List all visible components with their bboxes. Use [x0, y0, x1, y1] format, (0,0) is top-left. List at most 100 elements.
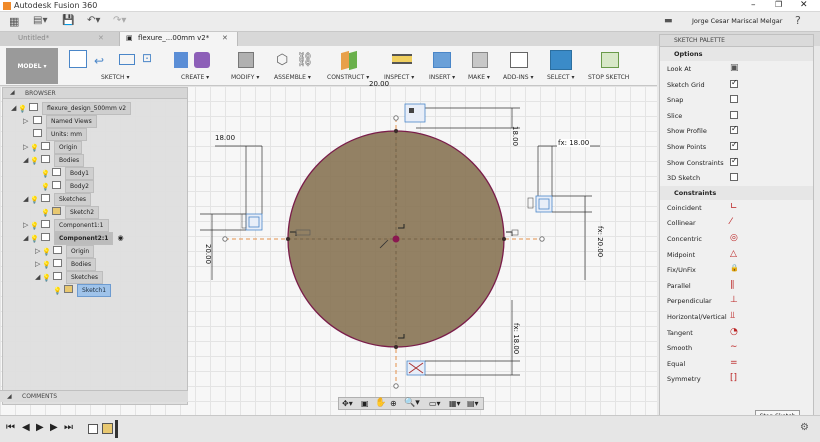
inspect-group[interactable]: INSPECT ▾ — [382, 50, 422, 84]
snap-checkbox[interactable] — [730, 95, 738, 104]
modify-menu-label[interactable]: MODIFY ▾ — [231, 74, 259, 81]
visibility-bulb-icon[interactable]: 💡 — [30, 222, 39, 231]
construct-group[interactable]: CONSTRUCT ▾ — [327, 50, 375, 84]
option-show-constraints[interactable]: Show Constraints — [660, 155, 813, 171]
constraint-equal[interactable]: Equal = — [660, 356, 813, 372]
tree-node-origin[interactable]: ▷ 💡 Origin — [11, 141, 187, 154]
perpendicular-icon[interactable]: ⊥ — [730, 295, 738, 305]
display-settings-icon[interactable]: ▭▾ — [429, 399, 441, 408]
tree-node-root[interactable]: ◢ 💡 flexure_design_500mm v2 — [11, 102, 187, 115]
offset-plane-icon[interactable] — [341, 50, 349, 71]
make-group[interactable]: MAKE ▾ — [466, 50, 496, 84]
3d-sketch-checkbox[interactable] — [730, 173, 738, 182]
caret-icon[interactable]: ▷ — [35, 260, 42, 268]
visibility-bulb-icon[interactable]: 💡 — [30, 235, 39, 244]
zoom-icon[interactable]: ⊕ — [390, 399, 397, 408]
constraint-horizontal-vertical[interactable]: Horizontal/Vertical ⫫ — [660, 309, 813, 325]
constraint-coincident[interactable]: Coincident ∟ — [660, 200, 813, 216]
job-status-icon[interactable]: ▬ — [664, 16, 673, 26]
caret-icon[interactable]: ◢ — [23, 234, 30, 242]
equal-icon[interactable]: = — [730, 358, 738, 368]
visibility-bulb-icon[interactable]: 💡 — [18, 105, 27, 114]
maximize-icon[interactable]: ❐ — [775, 0, 782, 9]
stop-sketch-icon[interactable] — [601, 52, 619, 68]
new-component-icon[interactable]: ⬡ — [276, 52, 288, 68]
tree-node-named-views[interactable]: ▷ Named Views — [11, 115, 187, 128]
constraint-smooth[interactable]: Smooth ∼ — [660, 340, 813, 356]
minimize-icon[interactable]: – — [751, 0, 756, 10]
tree-node-component1[interactable]: ▷ 💡 Component1:1 — [11, 219, 187, 232]
tree-node-body1[interactable]: 💡 Body1 — [11, 167, 187, 180]
visibility-bulb-icon[interactable]: 💡 — [41, 170, 50, 179]
assemble-menu-label[interactable]: ASSEMBLE ▾ — [274, 74, 311, 81]
workspace-switcher[interactable]: MODEL ▾ — [6, 48, 58, 84]
tree-node-sketch2[interactable]: 💡 Sketch2 — [11, 206, 187, 219]
save-icon[interactable]: 💾 — [62, 15, 74, 26]
form-icon[interactable] — [194, 52, 210, 68]
tree-node-sketch1[interactable]: 💡 Sketch1 — [11, 284, 187, 297]
press-pull-icon[interactable] — [238, 52, 254, 68]
option-show-profile[interactable]: Show Profile — [660, 123, 813, 139]
assemble-group[interactable]: ⬡ ⛓ ASSEMBLE ▾ — [272, 50, 322, 84]
visibility-bulb-icon[interactable]: 💡 — [30, 144, 39, 153]
visibility-bulb-icon[interactable]: 💡 — [53, 287, 62, 296]
visibility-bulb-icon[interactable]: 💡 — [42, 261, 51, 270]
tree-node-units[interactable]: Units: mm — [11, 128, 187, 141]
timeline-forward-icon[interactable]: ▶ — [50, 422, 58, 433]
timeline-play-icon[interactable]: ▶ — [36, 422, 44, 433]
sketch-grid-checkbox[interactable] — [730, 78, 738, 88]
create-sketch-icon[interactable] — [69, 50, 87, 68]
extrude-icon[interactable] — [174, 52, 188, 68]
tree-node-bodies-2[interactable]: ▷ 💡 Bodies — [11, 258, 187, 271]
constraint-tangent[interactable]: Tangent ◔ — [660, 325, 813, 341]
midpoint-icon[interactable]: △ — [730, 249, 737, 259]
timeline-end-icon[interactable]: ⏭ — [64, 422, 73, 433]
visibility-bulb-icon[interactable]: 💡 — [42, 274, 51, 283]
orbit-icon[interactable]: ✥▾ — [342, 399, 353, 408]
timeline-back-icon[interactable]: ◀ — [22, 422, 30, 433]
timeline-sketch-feature-icon[interactable] — [102, 423, 113, 434]
file-menu-icon[interactable]: ▤▾ — [33, 15, 47, 26]
insert-image-icon[interactable] — [433, 52, 451, 68]
joint-icon[interactable]: ⛓ — [296, 52, 314, 68]
zoom-window-icon[interactable]: 🔍▾ — [404, 398, 420, 408]
tab-flexure[interactable]: ▣ flexure_...00mm v2* ✕ — [120, 32, 238, 46]
scripts-icon[interactable] — [510, 52, 528, 68]
redo-icon[interactable]: ↷▾ — [113, 15, 126, 26]
addins-menu-label[interactable]: ADD-INS ▾ — [503, 74, 534, 81]
caret-icon[interactable]: ▷ — [35, 247, 42, 255]
constraint-concentric[interactable]: Concentric ◎ — [660, 231, 813, 247]
addins-group[interactable]: ADD-INS ▾ — [502, 50, 538, 84]
option-slice[interactable]: Slice — [660, 108, 813, 124]
caret-icon[interactable]: ◢ — [23, 195, 30, 203]
tree-node-body2[interactable]: 💡 Body2 — [11, 180, 187, 193]
option-look-at[interactable]: Look At ▣ — [660, 61, 813, 77]
construct-menu-label[interactable]: CONSTRUCT ▾ — [327, 74, 369, 81]
option-show-points[interactable]: Show Points — [660, 139, 813, 155]
tangent-icon[interactable]: ◔ — [730, 327, 738, 337]
dimension-right-vertical[interactable]: fx: 20.00 — [596, 226, 604, 257]
constraint-collinear[interactable]: Collinear ⁄ — [660, 215, 813, 231]
tree-node-sketches[interactable]: ◢ 💡 Sketches — [11, 193, 187, 206]
option-snap[interactable]: Snap — [660, 92, 813, 108]
undo-icon[interactable]: ↶▾ — [87, 15, 100, 26]
rectangle-tool-icon[interactable] — [119, 54, 135, 65]
look-at-icon[interactable]: ▣ — [730, 63, 739, 73]
constraint-parallel[interactable]: Parallel ∥ — [660, 278, 813, 294]
collapse-caret-icon[interactable]: ◢ — [10, 89, 15, 96]
caret-icon[interactable]: ◢ — [11, 104, 18, 112]
visibility-bulb-icon[interactable]: 💡 — [41, 183, 50, 192]
timeline-settings-gear-icon[interactable]: ⚙ — [800, 422, 809, 433]
tab-untitled[interactable]: Untitled* ✕ — [0, 32, 120, 46]
visibility-bulb-icon[interactable]: 💡 — [42, 248, 51, 257]
comments-panel[interactable]: ◢ COMMENTS — [0, 390, 188, 402]
constraint-fix-unfix[interactable]: Fix/UnFix 🔒 — [660, 262, 813, 278]
browser-header[interactable]: ◢ BROWSER — [3, 88, 187, 99]
viewports-icon[interactable]: ▤▾ — [467, 399, 479, 408]
dimension-bottom-fx[interactable]: fx: 18.00 — [512, 323, 520, 354]
line-tool-icon[interactable]: ↩ — [94, 54, 104, 68]
dimension-top-clipped[interactable]: 20.00 — [369, 80, 389, 88]
fit-point-spline-icon[interactable]: ⊡ — [142, 51, 152, 65]
active-component-radio-icon[interactable]: ◉ — [117, 234, 123, 242]
horizontal-vertical-icon[interactable]: ⫫ — [730, 311, 735, 321]
